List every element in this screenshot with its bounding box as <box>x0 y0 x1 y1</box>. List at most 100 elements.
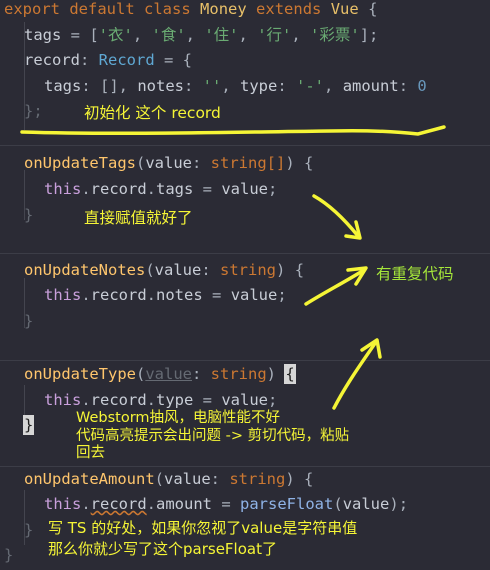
paren: ) <box>276 261 295 279</box>
class-open-brace: { <box>368 0 378 18</box>
assign: = <box>193 180 222 198</box>
colon: : <box>192 365 211 383</box>
method-name: onUpdateAmount <box>24 470 155 488</box>
paren: ) <box>285 470 305 488</box>
tags-assign: = [ <box>61 26 99 44</box>
method-body-onUpdateAmount[interactable]: this.record.amount = parseFloat(value); <box>44 493 408 515</box>
method-separator <box>0 145 490 146</box>
method-name: onUpdateNotes <box>24 261 146 279</box>
comma: , <box>291 26 311 44</box>
class-close-brace: } <box>4 544 13 566</box>
key-tags: tags <box>44 77 82 95</box>
dot: . <box>81 495 91 513</box>
keyword-class: class <box>144 0 191 18</box>
code-line-record-body[interactable]: tags: [], notes: '', type: '-', amount: … <box>44 75 427 97</box>
close-brace: } <box>24 312 34 330</box>
keyword-this: this <box>44 286 82 304</box>
method-signature-onUpdateTags[interactable]: onUpdateTags(value: string[]) { <box>24 152 313 174</box>
method-close-brace: } <box>24 519 33 541</box>
comma: , <box>132 26 152 44</box>
colon: : <box>192 154 211 172</box>
colon: : <box>398 77 418 95</box>
method-body-onUpdateNotes[interactable]: this.record.notes = value; <box>44 284 287 306</box>
code-line-tags[interactable]: tags = ['衣', '食', '住', '行', '彩票']; <box>24 24 378 46</box>
record-prop: type <box>156 391 194 409</box>
code-line-record-end[interactable]: }; <box>24 100 43 122</box>
field-record: record <box>24 51 80 69</box>
method-signature-onUpdateType[interactable]: onUpdateType(value: string) { <box>24 363 296 385</box>
tag-string: '行' <box>257 26 292 44</box>
param-name-unused: value <box>145 365 192 383</box>
tag-string: '衣' <box>98 26 133 44</box>
keyword-export: export <box>4 0 60 18</box>
close-brace: } <box>4 546 14 564</box>
method-signature-onUpdateAmount[interactable]: onUpdateAmount(value: string) { <box>24 468 313 490</box>
method-name: onUpdateTags <box>24 154 136 172</box>
keyword-this: this <box>44 495 82 513</box>
assigned-value: value <box>342 495 390 513</box>
matched-close-brace: } <box>22 415 35 435</box>
record-prop: amount <box>156 495 213 513</box>
comma: , <box>185 26 205 44</box>
dot: . <box>81 286 91 304</box>
method-body-onUpdateType[interactable]: this.record.type = value; <box>44 389 277 411</box>
record-assign: = { <box>154 51 192 69</box>
colon: : <box>184 77 203 95</box>
annotation-init-record: 初始化 这个 record <box>84 104 221 122</box>
method-close-brace: } <box>22 414 35 436</box>
open-brace: { <box>304 154 314 172</box>
close-brace: } <box>24 521 34 539</box>
method-body-onUpdateTags[interactable]: this.record.tags = value; <box>44 178 277 200</box>
method-separator <box>0 466 490 467</box>
key-notes: notes <box>137 77 184 95</box>
assign: = <box>193 391 222 409</box>
tag-string: '彩票' <box>310 26 360 44</box>
param-name: value <box>164 470 211 488</box>
paren: ( <box>135 154 146 172</box>
paren: ( <box>333 495 343 513</box>
value-notes: '' <box>202 77 222 95</box>
parsefloat-call: parseFloat <box>240 495 334 513</box>
assigned-value: value <box>221 180 269 198</box>
code-line-class-decl[interactable]: export default class Money extends Vue { <box>4 0 377 20</box>
keyword-extends: extends <box>256 0 322 18</box>
base-class-name: Vue <box>330 0 359 18</box>
arrow-from-notes-stroke <box>304 268 366 306</box>
underline-stroke <box>20 125 446 136</box>
comma: , <box>238 26 258 44</box>
colon: : <box>210 470 230 488</box>
annotation-webstorm-lag: Webstorm抽风，电脑性能不好 代码高亮提示会出问题 -> 剪切代码，粘贴 … <box>76 410 350 461</box>
record-ref: record <box>90 286 147 304</box>
assign: = <box>202 286 231 304</box>
key-type: type <box>240 77 278 95</box>
tag-string: '食' <box>151 26 186 44</box>
paren: ) <box>266 365 286 383</box>
param-name: value <box>145 154 192 172</box>
arrow-to-duplicate-stroke <box>312 194 360 238</box>
record-prop: notes <box>156 286 203 304</box>
class-name: Money <box>200 0 247 18</box>
open-brace: { <box>294 261 305 279</box>
semicolon: ; <box>277 286 287 304</box>
param-type: string <box>220 261 277 279</box>
keyword-this: this <box>44 180 82 198</box>
arrow-head-stroke <box>360 338 382 359</box>
paren: ( <box>145 261 155 279</box>
paren-semicolon: ); <box>389 495 409 513</box>
annotation-duplicate-code: 有重复代码 <box>376 265 454 283</box>
param-name: value <box>154 261 202 279</box>
method-close-brace: } <box>24 204 33 226</box>
assign: = <box>212 495 241 513</box>
colon: : <box>80 51 99 69</box>
assigned-value: value <box>230 286 278 304</box>
record-close: }; <box>24 102 43 120</box>
comma: , <box>221 77 241 95</box>
annotation-direct-assign: 直接赋值就好了 <box>84 209 193 227</box>
colon: : <box>201 261 221 279</box>
method-signature-onUpdateNotes[interactable]: onUpdateNotes(value: string) { <box>24 259 304 281</box>
record-ref: record <box>90 391 147 409</box>
field-tags: tags <box>24 26 62 44</box>
code-line-record[interactable]: record: Record = { <box>24 49 192 71</box>
dot: . <box>81 391 91 409</box>
paren: ( <box>135 365 146 383</box>
